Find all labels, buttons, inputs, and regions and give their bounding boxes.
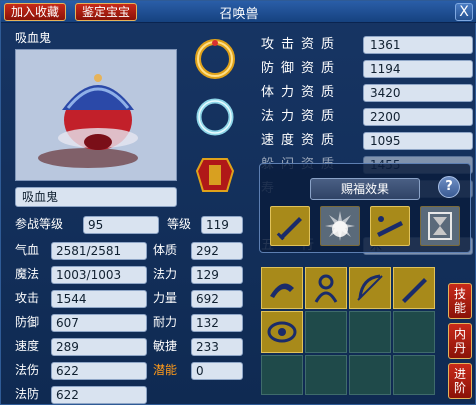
skill-slot-6[interactable] xyxy=(305,311,347,353)
gold-ring-icon xyxy=(195,39,235,79)
aptitude-label-defense: 防御资质 xyxy=(261,61,342,76)
blessing-slot-sword[interactable] xyxy=(270,206,310,246)
blessing-popup: 赐福效果 ? xyxy=(259,163,471,253)
hourglass-icon xyxy=(428,212,452,240)
aptitude-label-attack: 攻击资质 xyxy=(261,37,342,52)
attr-label-magic: 法力 xyxy=(153,267,178,281)
blessing-slot-weapon[interactable] xyxy=(370,206,410,246)
attr-value-constitution: 292 xyxy=(191,242,243,260)
attr-label-attack: 攻击 xyxy=(15,291,40,305)
attr-label-constitution: 体质 xyxy=(153,243,178,257)
attr-label-potential: 潜能 xyxy=(153,363,178,377)
attr-label-speed: 速度 xyxy=(15,339,40,353)
attr-value-potential: 0 xyxy=(191,362,243,380)
attr-label-spell-defense: 法防 xyxy=(15,387,40,401)
attr-label-hp: 气血 xyxy=(15,243,40,257)
skill-strike-icon xyxy=(270,283,294,298)
sword-icon xyxy=(276,217,302,241)
attr-value-strength: 692 xyxy=(191,290,243,308)
attr-label-spell-damage: 法伤 xyxy=(15,363,40,377)
title-bar: 加入收藏 鉴定宝宝 召唤兽 X xyxy=(1,1,476,23)
pet-portrait xyxy=(15,49,177,181)
pet-model-image xyxy=(38,74,138,168)
aptitude-value-magic: 2200 xyxy=(363,108,473,126)
attr-value-hp: 2581/2581 xyxy=(51,242,147,260)
burst-icon xyxy=(325,211,355,241)
attr-label-strength: 力量 xyxy=(153,291,178,305)
skill-slot-4[interactable] xyxy=(393,267,435,309)
attr-label-defense: 防御 xyxy=(15,315,40,329)
attr-value-mp: 1003/1003 xyxy=(51,266,147,284)
level-label: 等级 xyxy=(167,217,192,231)
close-button[interactable]: X xyxy=(455,3,473,21)
equip-slot-collar[interactable] xyxy=(191,93,239,141)
skill-slot-10[interactable] xyxy=(305,355,347,395)
aptitude-label-stamina: 体力资质 xyxy=(261,85,342,100)
level-value: 119 xyxy=(201,216,243,234)
skill-slot-11[interactable] xyxy=(349,355,391,395)
skill-eye-icon xyxy=(267,321,297,343)
attr-label-mp: 魔法 xyxy=(15,267,40,281)
pet-window: 加入收藏 鉴定宝宝 召唤兽 X 吸血鬼 吸血鬼 参战等级 95 等级 119 气… xyxy=(0,0,476,405)
skill-bow-icon xyxy=(357,274,383,301)
skill-slot-1[interactable] xyxy=(261,267,303,309)
attr-label-agility: 敏捷 xyxy=(153,339,178,353)
aptitude-value-speed: 1095 xyxy=(363,132,473,150)
aptitude-value-defense: 1194 xyxy=(363,60,473,78)
attr-label-endurance: 耐力 xyxy=(153,315,178,329)
armor-icon xyxy=(195,158,235,192)
aptitude-value-attack: 1361 xyxy=(363,36,473,54)
attr-value-speed: 289 xyxy=(51,338,147,356)
equip-slot-ring[interactable] xyxy=(191,35,239,83)
skill-slot-9[interactable] xyxy=(261,355,303,395)
skill-slot-3[interactable] xyxy=(349,267,391,309)
tab-skills[interactable]: 技能 xyxy=(448,283,472,319)
attr-value-endurance: 132 xyxy=(191,314,243,332)
aptitude-value-stamina: 3420 xyxy=(363,84,473,102)
blessing-title: 赐福效果 xyxy=(310,178,420,200)
battle-level-value: 95 xyxy=(83,216,159,234)
aptitude-label-speed: 速度资质 xyxy=(261,133,342,148)
skill-slot-2[interactable] xyxy=(305,267,347,309)
attr-value-agility: 233 xyxy=(191,338,243,356)
equip-slot-armor[interactable] xyxy=(191,151,239,199)
pet-name-title: 吸血鬼 xyxy=(15,31,52,45)
help-button[interactable]: ? xyxy=(438,176,460,198)
skill-slot-5[interactable] xyxy=(261,311,303,353)
tab-inner-dan[interactable]: 内丹 xyxy=(448,323,472,359)
blessing-slot-hourglass[interactable] xyxy=(420,206,460,246)
skill-slot-8[interactable] xyxy=(393,311,435,353)
attr-value-spell-damage: 622 xyxy=(51,362,147,380)
pet-name-field[interactable]: 吸血鬼 xyxy=(15,187,177,207)
attr-value-magic: 129 xyxy=(191,266,243,284)
attr-value-defense: 607 xyxy=(51,314,147,332)
battle-level-label: 参战等级 xyxy=(15,217,64,231)
tab-advance[interactable]: 进阶 xyxy=(448,363,472,399)
silver-collar-icon xyxy=(196,98,234,136)
window-title: 召唤兽 xyxy=(219,7,259,22)
skill-slot-12[interactable] xyxy=(393,355,435,395)
blessing-slot-burst[interactable] xyxy=(320,206,360,246)
attr-value-spell-defense: 622 xyxy=(51,386,147,404)
attr-value-attack: 1544 xyxy=(51,290,147,308)
skill-sword-icon xyxy=(402,278,427,303)
aptitude-label-magic: 法力资质 xyxy=(261,109,342,124)
skill-spirit-icon xyxy=(314,274,338,303)
weapon-icon xyxy=(377,216,403,237)
skill-slot-7[interactable] xyxy=(349,311,391,353)
